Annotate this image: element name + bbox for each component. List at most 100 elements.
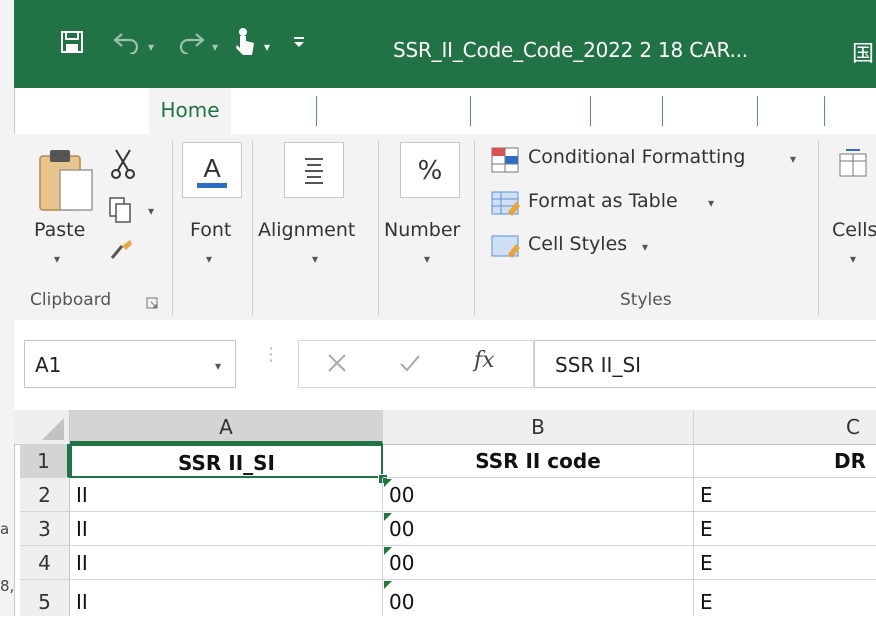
format-as-table-dropdown-icon[interactable]: ▾ bbox=[708, 196, 714, 210]
tab-page-layout[interactable]: Page Layout bbox=[327, 98, 450, 122]
cells-icon[interactable] bbox=[836, 146, 876, 190]
font-label[interactable]: Font bbox=[190, 219, 231, 241]
tab-file[interactable]: File bbox=[61, 98, 94, 122]
cell-styles-dropdown-icon[interactable]: ▾ bbox=[642, 240, 648, 254]
cells-label[interactable]: Cells bbox=[832, 219, 876, 241]
error-indicator-icon[interactable] bbox=[384, 581, 392, 589]
ribbon-separator bbox=[818, 140, 819, 316]
styles-group-label: Styles bbox=[620, 290, 672, 310]
alignment-icon[interactable] bbox=[284, 142, 344, 198]
customize-qat-icon[interactable] bbox=[292, 34, 306, 53]
document-title: SSR_II_Code_Code_2022 2 18 CAR... bbox=[393, 38, 748, 62]
name-box[interactable]: A1 ▾ bbox=[24, 340, 236, 388]
cells-dropdown-icon[interactable]: ▾ bbox=[850, 252, 856, 266]
tab-separator bbox=[824, 96, 825, 126]
redo-dropdown-icon[interactable]: ▾ bbox=[212, 40, 218, 54]
format-as-table-icon[interactable] bbox=[490, 190, 522, 224]
tab-insert[interactable]: Insert bbox=[244, 98, 301, 122]
tab-separator bbox=[590, 96, 591, 126]
lightbulb-icon[interactable] bbox=[842, 96, 864, 130]
cell-styles-icon[interactable] bbox=[490, 232, 522, 266]
paste-label[interactable]: Paste bbox=[34, 219, 85, 241]
column-header-a[interactable]: A bbox=[70, 410, 383, 444]
cell-a3[interactable]: II bbox=[70, 512, 383, 546]
ribbon-separator bbox=[378, 140, 379, 316]
tab-review[interactable]: Review bbox=[672, 98, 743, 122]
error-indicator-icon[interactable] bbox=[384, 479, 392, 487]
formula-value: SSR II_SI bbox=[555, 353, 642, 377]
tab-formulas[interactable]: Formulas bbox=[481, 98, 572, 122]
cell-a5[interactable]: II bbox=[70, 580, 383, 616]
select-all-button[interactable] bbox=[20, 410, 70, 444]
tab-data[interactable]: Data bbox=[601, 98, 649, 122]
paste-icon[interactable] bbox=[36, 146, 98, 222]
copy-dropdown-icon[interactable]: ▾ bbox=[148, 204, 154, 218]
row-header[interactable]: 5 bbox=[20, 580, 70, 616]
row-header[interactable]: 4 bbox=[20, 546, 70, 580]
touch-mode-icon[interactable] bbox=[234, 26, 256, 62]
background-text-fragment: a bbox=[0, 520, 10, 538]
cell-c5[interactable]: E bbox=[694, 580, 876, 616]
confirm-entry-icon[interactable] bbox=[398, 352, 422, 378]
cell-a4[interactable]: II bbox=[70, 546, 383, 580]
ribbon-separator bbox=[172, 140, 173, 316]
background-text-fragment: 8, bbox=[0, 577, 15, 595]
font-dropdown-icon[interactable]: ▾ bbox=[206, 252, 212, 266]
redo-icon[interactable] bbox=[176, 28, 206, 60]
copy-icon[interactable] bbox=[108, 196, 134, 228]
name-box-value: A1 bbox=[35, 353, 62, 377]
undo-dropdown-icon[interactable]: ▾ bbox=[148, 40, 154, 54]
name-box-dropdown-icon[interactable]: ▾ bbox=[215, 359, 221, 373]
tab-home[interactable]: Home bbox=[149, 88, 231, 134]
cell-a1[interactable]: SSR II_SI bbox=[70, 444, 383, 478]
tab-separator bbox=[316, 96, 317, 126]
error-indicator-icon[interactable] bbox=[384, 513, 392, 521]
format-as-table-label[interactable]: Format as Table bbox=[528, 190, 678, 212]
conditional-formatting-label[interactable]: Conditional Formatting bbox=[528, 146, 745, 168]
number-label[interactable]: Number bbox=[384, 219, 460, 241]
cell-b4[interactable]: 00 bbox=[383, 546, 694, 580]
conditional-formatting-icon[interactable] bbox=[490, 146, 522, 180]
cell-c3[interactable]: E bbox=[694, 512, 876, 546]
error-indicator-icon[interactable] bbox=[384, 547, 392, 555]
cell-b3[interactable]: 00 bbox=[383, 512, 694, 546]
row-header[interactable]: 3 bbox=[20, 512, 70, 546]
alignment-dropdown-icon[interactable]: ▾ bbox=[312, 252, 318, 266]
save-icon[interactable] bbox=[60, 30, 84, 60]
svg-text:A: A bbox=[203, 153, 221, 183]
formula-input[interactable]: SSR II_SI bbox=[534, 340, 876, 388]
cut-icon[interactable] bbox=[110, 148, 136, 184]
undo-icon[interactable] bbox=[112, 28, 142, 60]
cell-a2[interactable]: II bbox=[70, 478, 383, 512]
clipboard-group-label: Clipboard bbox=[30, 290, 112, 310]
cell-c2[interactable]: E bbox=[694, 478, 876, 512]
cell-b1[interactable]: SSR II code bbox=[383, 444, 694, 478]
cell-c4[interactable]: E bbox=[694, 546, 876, 580]
formula-bar-grip-icon[interactable]: ⋮ bbox=[262, 346, 280, 364]
cell-b5[interactable]: 00 bbox=[383, 580, 694, 616]
ribbon-separator bbox=[252, 140, 253, 316]
cancel-entry-icon[interactable] bbox=[326, 352, 348, 378]
column-header-c[interactable]: C bbox=[694, 410, 876, 444]
alignment-label[interactable]: Alignment bbox=[258, 219, 355, 241]
conditional-formatting-dropdown-icon[interactable]: ▾ bbox=[790, 152, 796, 166]
tab-view[interactable]: View bbox=[767, 98, 814, 122]
title-bar: ▾ ▾ ▾ SSR_II_Code_Code_2022 2 18 CAR... … bbox=[14, 0, 876, 88]
touch-dropdown-icon[interactable]: ▾ bbox=[264, 40, 270, 54]
column-header-b[interactable]: B bbox=[383, 410, 694, 444]
cell-b2[interactable]: 00 bbox=[383, 478, 694, 512]
clipboard-launcher-icon[interactable] bbox=[146, 294, 158, 313]
ribbon-display-icon[interactable]: 国 bbox=[852, 36, 874, 68]
background-window: a 8, bbox=[0, 0, 15, 616]
tab-separator bbox=[470, 96, 471, 126]
row-header[interactable]: 1 bbox=[20, 444, 70, 478]
number-dropdown-icon[interactable]: ▾ bbox=[424, 252, 430, 266]
cell-c1[interactable]: DR bbox=[694, 444, 876, 478]
row-header[interactable]: 2 bbox=[20, 478, 70, 512]
number-icon[interactable]: % bbox=[400, 142, 460, 198]
paste-dropdown-icon[interactable]: ▾ bbox=[54, 252, 60, 266]
cell-styles-label[interactable]: Cell Styles bbox=[528, 233, 627, 255]
format-painter-icon[interactable] bbox=[108, 236, 134, 266]
insert-function-icon[interactable]: fx bbox=[474, 348, 495, 373]
font-icon[interactable]: A bbox=[182, 142, 242, 198]
